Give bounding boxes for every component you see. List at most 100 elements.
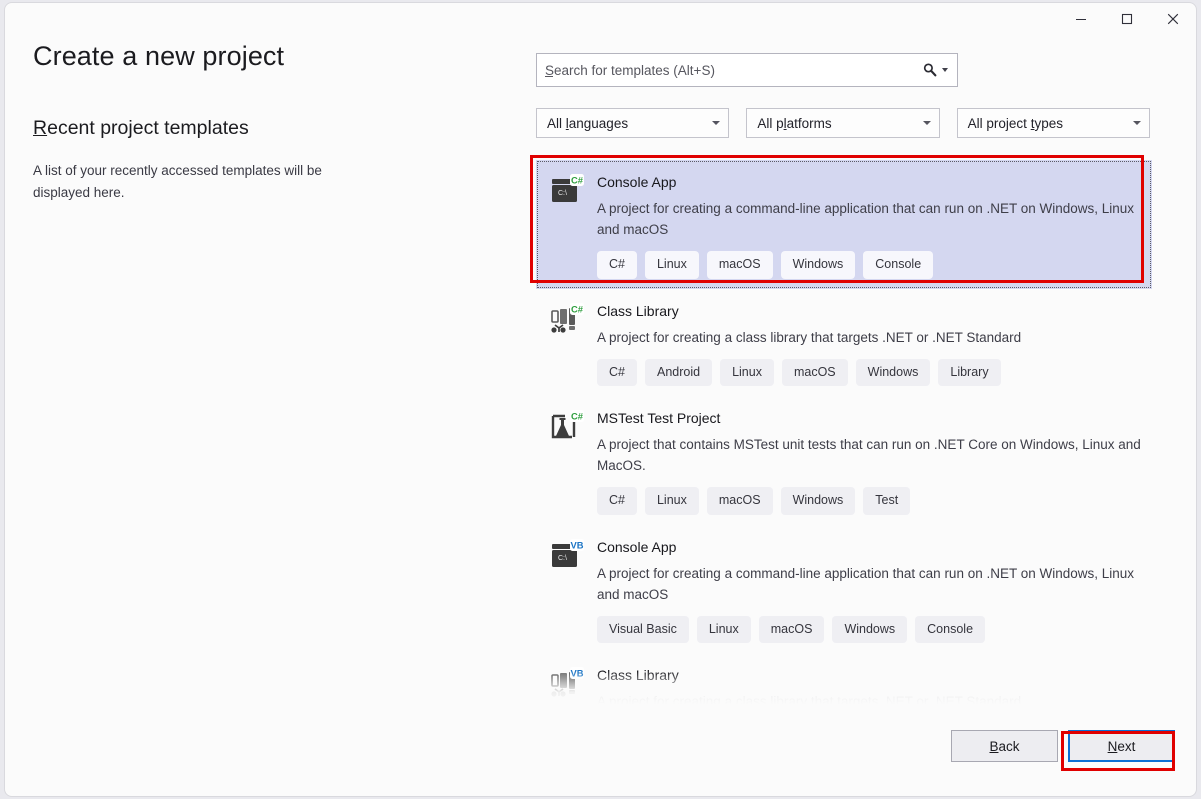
- template-tags: C# Linux macOS WindowsConsole: [597, 251, 1142, 279]
- template-tag: Linux: [645, 487, 699, 515]
- chevron-down-icon: [1133, 121, 1141, 125]
- svg-text:C:\: C:\: [558, 190, 567, 197]
- template-description: A project for creating a command-line ap…: [597, 563, 1142, 605]
- svg-text:VB: VB: [570, 668, 583, 679]
- next-button[interactable]: Next: [1068, 730, 1175, 762]
- svg-text:C#: C#: [571, 303, 584, 314]
- template-description: A project for creating a command-line ap…: [597, 198, 1142, 240]
- template-tag: Linux: [697, 616, 751, 644]
- filter-project-types-prefix: All project: [968, 116, 1031, 131]
- template-name: MSTest Test Project: [597, 408, 1142, 428]
- filter-languages[interactable]: All languages: [536, 108, 729, 138]
- filter-project-types-suffix: ypes: [1034, 116, 1063, 131]
- template-tag: Linux: [645, 251, 699, 279]
- next-button-accel: N: [1108, 739, 1118, 754]
- template-tags: Visual BasicLinuxmacOSWindowsConsole: [597, 616, 1142, 644]
- class-library-csharp-icon: C#: [550, 303, 584, 337]
- template-item-body: MSTest Test Project A project that contai…: [597, 408, 1142, 515]
- template-tags: C# Android Linux macOS WindowsLibrary: [597, 359, 1142, 387]
- template-description: A project for creating a class library t…: [597, 327, 1142, 348]
- filter-platforms-label: All platforms: [757, 116, 922, 131]
- template-tag: Console: [863, 251, 933, 279]
- console-vb-icon: C:\VB: [550, 539, 584, 573]
- filter-languages-suffix: anguages: [569, 116, 628, 131]
- template-item-body: Class Library A project for creating a cl…: [597, 665, 1142, 705]
- svg-text:VB: VB: [570, 539, 583, 550]
- dialog-footer: Back Next: [5, 710, 1196, 796]
- filter-platforms-suffix: atforms: [787, 116, 832, 131]
- template-item[interactable]: C:\VB Console App A project for creating a…: [536, 525, 1152, 654]
- create-project-dialog: Create a new project Recent project temp…: [4, 2, 1197, 797]
- search-accel-underline: [545, 76, 553, 77]
- template-item[interactable]: C# MSTest Test Project A project that cont…: [536, 396, 1152, 525]
- template-tag: Android: [645, 359, 712, 387]
- svg-text:C:\: C:\: [558, 555, 567, 562]
- template-tag: Linux: [720, 359, 774, 387]
- next-button-label: ext: [1117, 739, 1135, 754]
- test-project-csharp-icon: C#: [550, 410, 584, 444]
- template-tag: Library: [938, 359, 1000, 387]
- minimize-button[interactable]: [1058, 3, 1104, 35]
- template-tag: Windows: [832, 616, 907, 644]
- template-tag: Test: [863, 487, 910, 515]
- maximize-button[interactable]: [1104, 3, 1150, 35]
- maximize-icon: [1121, 13, 1133, 25]
- filter-platforms-prefix: All p: [757, 116, 783, 131]
- template-tags: C# Linux macOS WindowsTest: [597, 487, 1142, 515]
- recent-templates-heading-text: ecent project templates: [47, 117, 249, 139]
- minimize-icon: [1075, 13, 1087, 25]
- template-list[interactable]: C:\ C# Console App A project for creating a…: [536, 160, 1152, 705]
- close-button[interactable]: [1150, 3, 1196, 35]
- template-name: Console App: [597, 537, 1142, 557]
- back-button-label: ack: [999, 739, 1020, 754]
- filter-languages-label: All languages: [547, 116, 712, 131]
- title-bar: [5, 3, 1196, 37]
- console-csharp-icon: C:\ C#: [550, 174, 584, 208]
- template-tag: Windows: [781, 251, 856, 279]
- screenshot-root: Create a new project Recent project temp…: [0, 0, 1201, 799]
- filter-project-types[interactable]: All project types: [957, 108, 1150, 138]
- filter-row: All languages All platforms All project …: [536, 108, 1150, 138]
- svg-text:C#: C#: [571, 411, 584, 422]
- template-item[interactable]: C# Class Library A project for creating a …: [536, 289, 1152, 397]
- template-item-body: Class Library A project for creating a cl…: [597, 301, 1142, 387]
- template-item-body: Console App A project for creating a comm…: [597, 172, 1142, 279]
- template-tag: Windows: [856, 359, 931, 387]
- template-description: A project for creating a class library t…: [597, 691, 1142, 705]
- search-icon-group[interactable]: [922, 62, 957, 78]
- back-button[interactable]: Back: [951, 730, 1058, 762]
- template-tag: macOS: [782, 359, 848, 387]
- filter-platforms[interactable]: All platforms: [746, 108, 939, 138]
- search-icon: [922, 62, 938, 78]
- template-item-body: Console App A project for creating a comm…: [597, 537, 1142, 644]
- template-tag: macOS: [707, 251, 773, 279]
- page-title: Create a new project: [33, 39, 493, 73]
- chevron-down-icon: [712, 121, 720, 125]
- template-name: Class Library: [597, 665, 1142, 685]
- template-name: Class Library: [597, 301, 1142, 321]
- back-button-accel: B: [989, 739, 998, 754]
- chevron-down-icon[interactable]: [942, 68, 948, 72]
- search-input[interactable]: [537, 54, 922, 86]
- template-item[interactable]: VB Class Library A project for creating a …: [536, 653, 1152, 705]
- template-tag: C#: [597, 251, 637, 279]
- template-item[interactable]: C:\ C# Console App A project for creating a…: [536, 160, 1152, 289]
- recent-templates-accel: R: [33, 117, 47, 139]
- template-tag: C#: [597, 359, 637, 387]
- close-icon: [1167, 13, 1179, 25]
- right-pane: All languages All platforms All project …: [536, 53, 1150, 138]
- template-name: Console App: [597, 172, 1142, 192]
- template-tag: macOS: [707, 487, 773, 515]
- recent-templates-empty-text: A list of your recently accessed templat…: [33, 160, 351, 204]
- template-tag: C#: [597, 487, 637, 515]
- search-box[interactable]: [536, 53, 958, 87]
- left-pane: Create a new project Recent project temp…: [33, 39, 493, 204]
- template-tag: Visual Basic: [597, 616, 689, 644]
- filter-project-types-label: All project types: [968, 116, 1133, 131]
- svg-text:C#: C#: [571, 175, 584, 186]
- template-tag: Console: [915, 616, 985, 644]
- class-library-vb-icon: VB: [550, 667, 584, 701]
- template-description: A project that contains MSTest unit test…: [597, 434, 1142, 476]
- chevron-down-icon: [923, 121, 931, 125]
- template-tag: Windows: [781, 487, 856, 515]
